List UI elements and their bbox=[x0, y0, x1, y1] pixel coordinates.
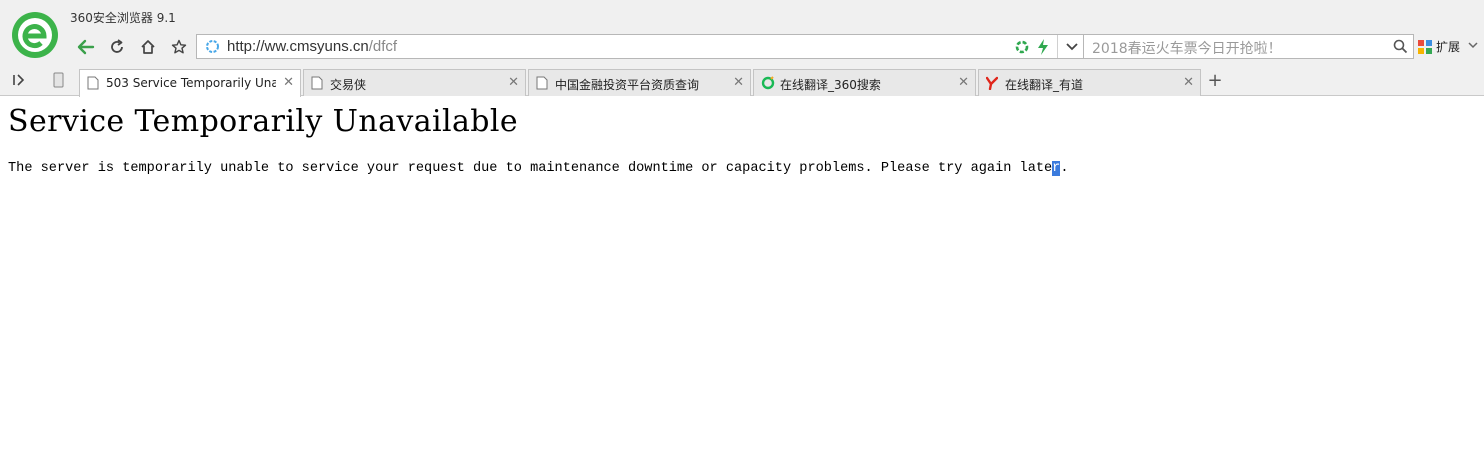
back-button[interactable] bbox=[74, 36, 98, 58]
extensions-icon bbox=[1418, 39, 1432, 54]
youdao-icon bbox=[986, 76, 998, 90]
new-tab-button[interactable]: + bbox=[1205, 72, 1225, 90]
site-loading-icon bbox=[206, 40, 219, 53]
page-icon bbox=[536, 76, 548, 90]
home-button[interactable] bbox=[136, 36, 160, 58]
plus-icon: + bbox=[1207, 70, 1223, 91]
close-icon[interactable]: ✕ bbox=[1183, 75, 1194, 90]
tab-label: 在线翻译_有道 bbox=[1005, 78, 1084, 92]
tab-label: 503 Service Temporarily Unav bbox=[106, 76, 276, 90]
chevron-down-icon bbox=[1065, 42, 1078, 50]
recycle-icon[interactable] bbox=[1015, 40, 1029, 54]
close-icon[interactable]: ✕ bbox=[958, 75, 969, 90]
browser-logo-icon bbox=[12, 12, 58, 58]
tab-label: 中国金融投资平台资质查询 bbox=[555, 78, 700, 92]
sidebar-toggle-icon[interactable] bbox=[12, 73, 26, 87]
tab-strip: 503 Service Temporarily Unav ✕ 交易侠 ✕ 中国金… bbox=[0, 67, 1484, 97]
search-box[interactable]: 2018春运火车票今日开抢啦！ bbox=[1084, 34, 1414, 59]
reload-button[interactable] bbox=[105, 36, 129, 58]
lightning-icon[interactable] bbox=[1037, 39, 1049, 55]
more-chevron-icon[interactable] bbox=[1468, 42, 1478, 49]
favorite-button[interactable] bbox=[167, 36, 191, 58]
tab-label: 交易侠 bbox=[330, 78, 367, 92]
address-bar[interactable]: http://ww.cmsyuns.cn/dfcf bbox=[196, 34, 1084, 59]
tab-503-service[interactable]: 503 Service Temporarily Unav ✕ bbox=[79, 69, 301, 97]
page-icon bbox=[87, 76, 99, 90]
tab-label: 在线翻译_360搜索 bbox=[780, 78, 881, 92]
page-icon bbox=[311, 76, 323, 90]
page-heading: Service Temporarily Unavailable bbox=[8, 104, 519, 139]
address-dropdown-button[interactable] bbox=[1057, 35, 1085, 58]
extensions-label: 扩展 bbox=[1436, 40, 1461, 54]
url-host: http://ww.cmsyuns.cn bbox=[227, 38, 369, 55]
search-input[interactable]: 2018春运火车票今日开抢啦！ bbox=[1092, 38, 1282, 58]
tab-jiaoyixia[interactable]: 交易侠 ✕ bbox=[303, 69, 526, 96]
search-icon[interactable] bbox=[1393, 39, 1408, 54]
tab-youdao-translate[interactable]: 在线翻译_有道 ✕ bbox=[978, 69, 1201, 96]
tab-360-translate[interactable]: 在线翻译_360搜索 ✕ bbox=[753, 69, 976, 96]
phone-icon[interactable] bbox=[53, 72, 64, 88]
close-icon[interactable]: ✕ bbox=[283, 75, 294, 90]
browser-chrome: 360安全浏览器 9.1 http://ww.cmsyuns.cn/dfcf 2… bbox=[0, 0, 1484, 97]
message-text: The server is temporarily unable to serv… bbox=[8, 161, 1053, 176]
so360-icon bbox=[761, 76, 775, 90]
url-path: /dfcf bbox=[368, 38, 398, 55]
window-title: 360安全浏览器 9.1 bbox=[70, 11, 176, 25]
close-icon[interactable]: ✕ bbox=[508, 75, 519, 90]
extensions-button[interactable]: 扩展 bbox=[1417, 38, 1460, 55]
address-url[interactable]: http://ww.cmsyuns.cn/dfcf bbox=[227, 38, 397, 55]
close-icon[interactable]: ✕ bbox=[733, 75, 744, 90]
tab-finance-qualification[interactable]: 中国金融投资平台资质查询 ✕ bbox=[528, 69, 751, 96]
star-icon bbox=[171, 39, 187, 54]
home-icon bbox=[141, 40, 155, 54]
error-message: The server is temporarily unable to serv… bbox=[8, 161, 1069, 176]
page-content: Service Temporarily Unavailable The serv… bbox=[8, 104, 1069, 176]
arrow-left-icon bbox=[77, 39, 95, 55]
reload-icon bbox=[111, 39, 123, 53]
message-end: . bbox=[1060, 161, 1069, 176]
